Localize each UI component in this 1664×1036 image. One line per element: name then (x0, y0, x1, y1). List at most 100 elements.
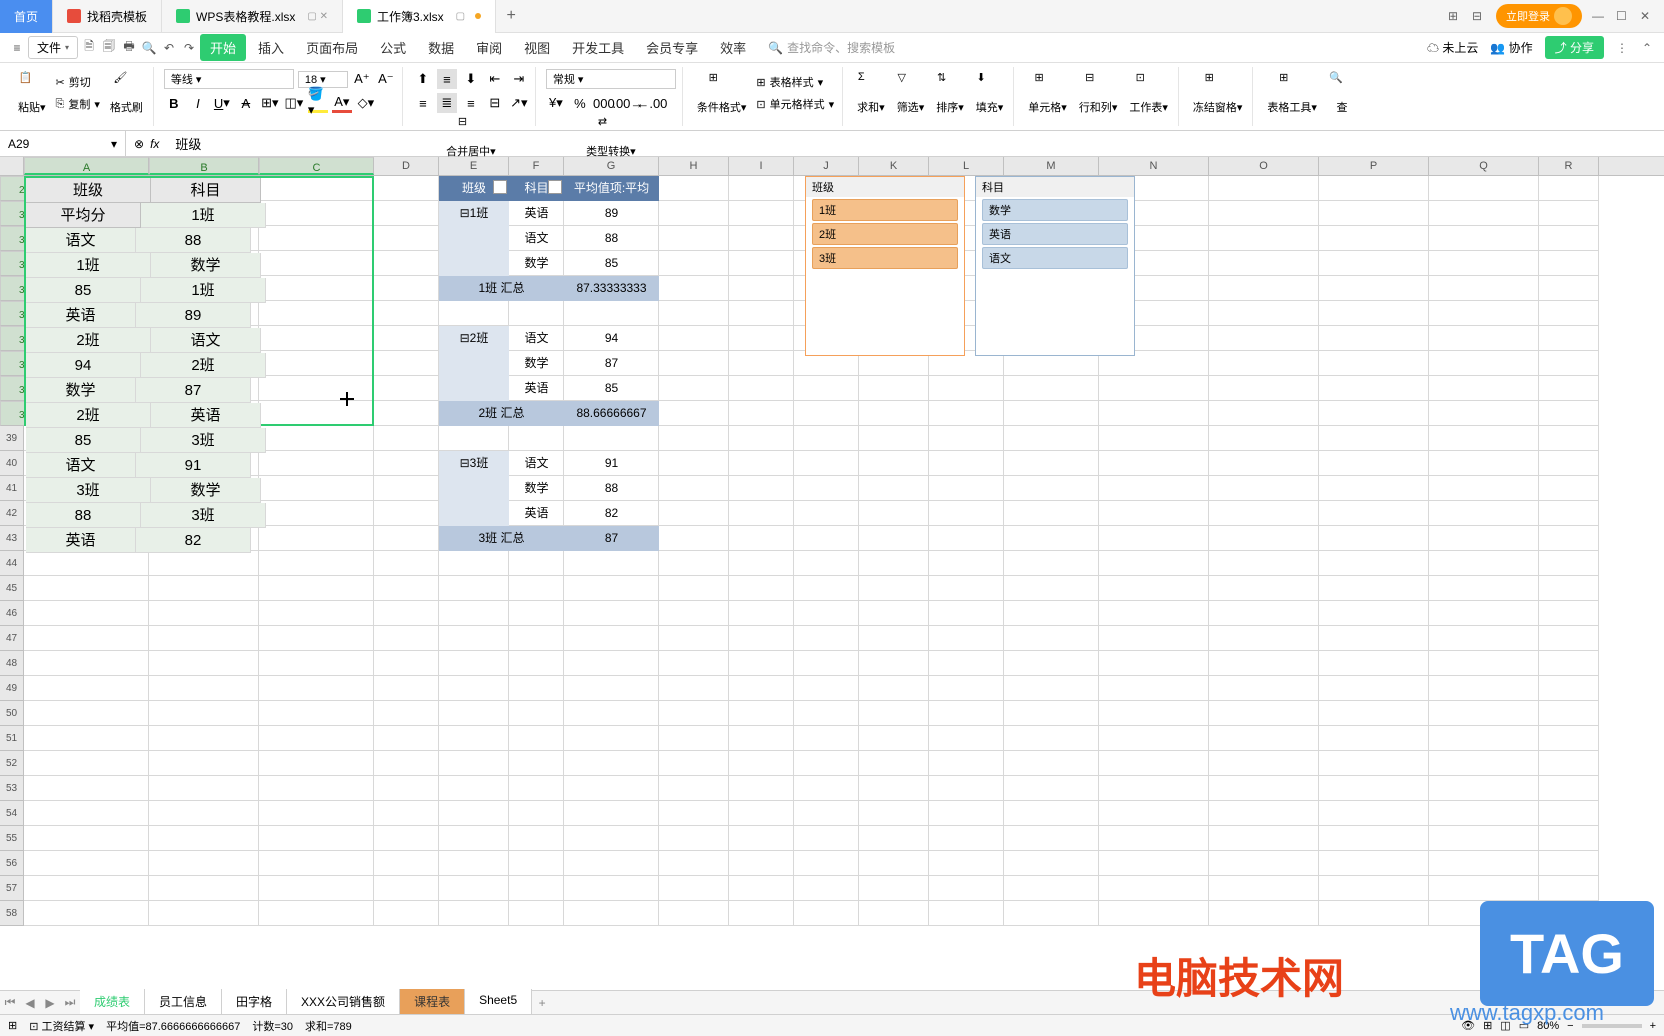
cell[interactable] (1004, 876, 1099, 901)
cell[interactable] (659, 651, 729, 676)
cell[interactable] (659, 876, 729, 901)
cell[interactable] (659, 326, 729, 351)
cell[interactable] (439, 901, 509, 926)
row-header[interactable]: 53 (0, 776, 24, 801)
find-button[interactable]: 🔍查 (1325, 69, 1359, 117)
cell[interactable] (729, 701, 794, 726)
cell[interactable] (1004, 451, 1099, 476)
cell[interactable] (1539, 626, 1599, 651)
cell[interactable] (1429, 401, 1539, 426)
pivot-cell[interactable]: 1班 汇总 (439, 276, 564, 301)
pivot-cell[interactable]: 2班 汇总 (439, 401, 564, 426)
cell[interactable] (729, 676, 794, 701)
cell[interactable] (1539, 701, 1599, 726)
preview-icon[interactable]: 🔍 (140, 39, 158, 57)
cell[interactable] (1539, 501, 1599, 526)
cell[interactable] (1539, 651, 1599, 676)
cell[interactable] (509, 301, 564, 326)
cell[interactable] (374, 651, 439, 676)
cell[interactable] (149, 851, 259, 876)
close-window-icon[interactable]: ✕ (1640, 9, 1654, 23)
cell[interactable] (1539, 851, 1599, 876)
cell[interactable] (1539, 301, 1599, 326)
cell[interactable] (1539, 251, 1599, 276)
cell[interactable] (1429, 776, 1539, 801)
cell[interactable] (374, 451, 439, 476)
cell[interactable] (24, 876, 149, 901)
cell[interactable] (1209, 826, 1319, 851)
cell[interactable] (1319, 301, 1429, 326)
cell[interactable] (509, 601, 564, 626)
layout-icon[interactable]: ⊞ (1448, 9, 1462, 23)
slicer-item[interactable]: 数学 (982, 199, 1128, 221)
command-search[interactable]: 🔍 查找命令、搜索模板 (768, 39, 895, 56)
cell[interactable] (1004, 601, 1099, 626)
cell[interactable] (509, 901, 564, 926)
cell[interactable] (1099, 376, 1209, 401)
border-icon[interactable]: ⊞▾ (260, 93, 280, 113)
cell[interactable] (729, 176, 794, 201)
cell[interactable] (794, 901, 859, 926)
cell[interactable] (509, 426, 564, 451)
freeze-button[interactable]: ⊞冻结窗格▾ (1189, 69, 1247, 117)
slicer-item[interactable]: 英语 (982, 223, 1128, 245)
cell[interactable] (24, 651, 149, 676)
cell[interactable] (729, 826, 794, 851)
cell[interactable] (1209, 726, 1319, 751)
pivot-cell[interactable]: 数学 (509, 251, 564, 276)
cell[interactable] (1539, 726, 1599, 751)
cell[interactable] (929, 501, 1004, 526)
cell[interactable] (794, 451, 859, 476)
row-header[interactable]: 55 (0, 826, 24, 851)
cell[interactable] (259, 651, 374, 676)
cell[interactable] (439, 726, 509, 751)
cell[interactable] (1539, 276, 1599, 301)
cell[interactable] (794, 701, 859, 726)
cell[interactable] (929, 851, 1004, 876)
cell[interactable] (1099, 551, 1209, 576)
cell[interactable] (439, 751, 509, 776)
currency-icon[interactable]: ¥▾ (546, 93, 566, 113)
salary-calc[interactable]: ⊡ 工资结算 ▾ (29, 1018, 94, 1034)
cell[interactable] (24, 801, 149, 826)
cond-format-button[interactable]: ⊞条件格式▾ (693, 69, 751, 117)
cell[interactable] (1319, 776, 1429, 801)
cell[interactable] (859, 401, 929, 426)
cell[interactable] (859, 651, 929, 676)
cell[interactable] (259, 601, 374, 626)
cell[interactable] (1209, 326, 1319, 351)
tab-file-2[interactable]: 工作簿3.xlsx▢ (343, 0, 496, 33)
cell[interactable] (24, 901, 149, 926)
cell[interactable] (794, 426, 859, 451)
col-header[interactable]: G (564, 157, 659, 175)
sheet-nav-next-icon[interactable]: ▶ (40, 996, 60, 1010)
cell[interactable] (374, 751, 439, 776)
cell[interactable] (729, 751, 794, 776)
pivot-cell[interactable] (439, 251, 509, 276)
cut-button[interactable]: ✂ 剪切 (54, 73, 102, 91)
cell[interactable] (1004, 776, 1099, 801)
cell[interactable] (1539, 601, 1599, 626)
cell[interactable] (659, 676, 729, 701)
cell[interactable] (659, 226, 729, 251)
pivot-cell[interactable]: 语文 (509, 326, 564, 351)
cell[interactable] (374, 776, 439, 801)
cell[interactable] (929, 526, 1004, 551)
cell[interactable] (659, 551, 729, 576)
cell[interactable] (729, 801, 794, 826)
cell[interactable] (859, 526, 929, 551)
pivot-cell[interactable]: 85 (564, 376, 659, 401)
cell[interactable] (1539, 401, 1599, 426)
cell[interactable] (794, 501, 859, 526)
cell[interactable] (149, 826, 259, 851)
cell[interactable] (659, 426, 729, 451)
cell[interactable] (794, 476, 859, 501)
cell[interactable] (859, 601, 929, 626)
cell[interactable] (1319, 226, 1429, 251)
cell[interactable] (1429, 476, 1539, 501)
cell[interactable] (439, 776, 509, 801)
col-header[interactable]: H (659, 157, 729, 175)
cell[interactable] (1099, 501, 1209, 526)
cell[interactable] (509, 751, 564, 776)
cell[interactable] (1429, 226, 1539, 251)
